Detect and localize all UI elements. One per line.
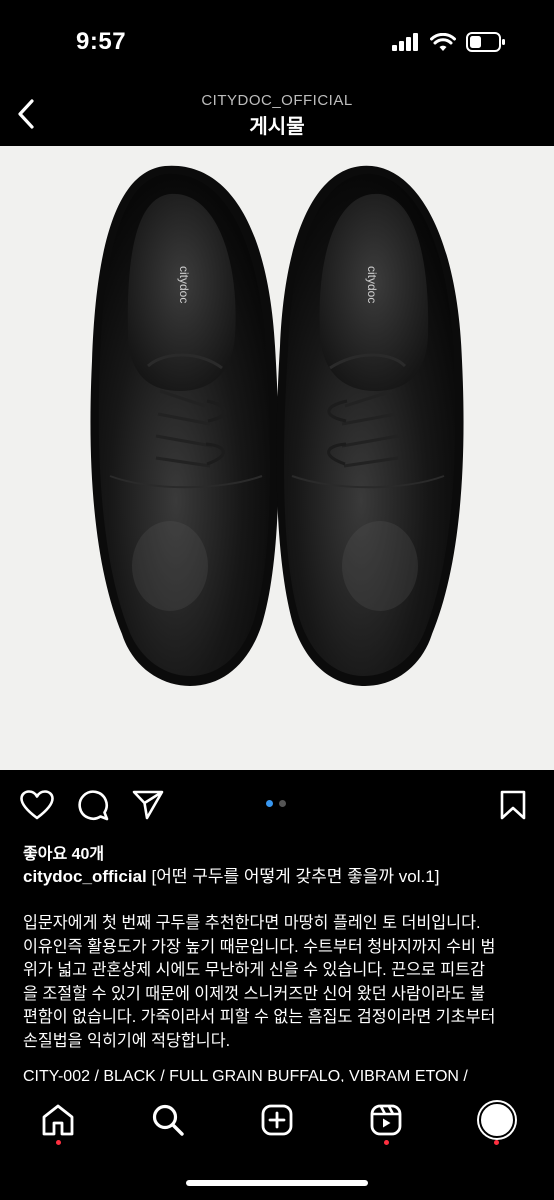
- tab-profile[interactable]: [475, 1098, 519, 1142]
- caption-username[interactable]: citydoc_official: [23, 867, 147, 886]
- action-bar: [0, 780, 554, 830]
- save-button[interactable]: [496, 788, 530, 822]
- caption-line: 편함이 없습니다. 가죽이라서 피할 수 없는 흠집도 검정이라면 기초부터: [23, 1008, 496, 1026]
- brand-mark-left: citydoc: [177, 266, 191, 303]
- send-icon: [132, 790, 164, 820]
- header-account-name[interactable]: CITYDOC_OFFICIAL: [0, 92, 554, 109]
- signal-icon: [392, 33, 418, 51]
- share-button[interactable]: [131, 788, 165, 822]
- carousel-dot-active: [266, 800, 273, 807]
- tab-search[interactable]: [146, 1098, 190, 1142]
- reels-notification-dot: [384, 1140, 389, 1145]
- bookmark-icon: [500, 790, 526, 820]
- tab-home[interactable]: [36, 1098, 80, 1142]
- shoes-photo: citydoc citydoc: [90, 165, 464, 687]
- home-notification-dot: [56, 1140, 61, 1145]
- status-bar: 9:57: [0, 0, 554, 84]
- profile-notification-dot: [494, 1140, 499, 1145]
- home-icon: [42, 1104, 74, 1136]
- battery-icon: [466, 32, 505, 52]
- caption-line: 입문자에게 첫 번째 구두를 추천한다면 마땅히 플레인 토 더비입니다.: [23, 914, 481, 932]
- nav-header: CITYDOC_OFFICIAL 게시물: [0, 84, 554, 146]
- reels-icon: [370, 1104, 402, 1136]
- comment-icon: [78, 790, 109, 821]
- caption-line: 손질법을 익히기에 적당합니다.: [23, 1031, 231, 1050]
- plus-square-icon: [261, 1104, 293, 1136]
- caption-line: 위가 넓고 관혼상제 시에도 무난하게 신을 수 있습니다. 끈으로 피트감: [23, 961, 485, 979]
- wifi-icon: [430, 32, 456, 51]
- page-title: 게시물: [249, 116, 305, 138]
- post-image[interactable]: citydoc citydoc: [0, 146, 554, 770]
- status-icons: [392, 32, 506, 52]
- right-shoe: citydoc: [276, 165, 464, 687]
- caption-line: 을 조절할 수 있기 때문에 이제껏 스니커즈만 신어 왔던 사람이라도 불: [23, 984, 485, 1003]
- heart-icon: [20, 790, 54, 820]
- like-button[interactable]: [20, 788, 54, 822]
- brand-mark-right: citydoc: [365, 266, 379, 303]
- caption-line: 이유인즉 활용도가 가장 높기 때문입니다. 수트부터 청바지까지 수비 범: [23, 937, 496, 956]
- left-shoe: citydoc: [90, 165, 279, 687]
- search-icon: [152, 1104, 184, 1136]
- avatar: [479, 1102, 515, 1138]
- caption-header: citydoc_official [어떤 구두를 어떻게 갖추면 좋을까 vol…: [23, 866, 543, 888]
- carousel-indicator: [266, 800, 286, 807]
- status-time: 9:57: [76, 28, 127, 55]
- tab-create[interactable]: [255, 1098, 299, 1142]
- likes-count[interactable]: 좋아요 40개: [23, 840, 104, 864]
- carousel-dot: [279, 800, 286, 807]
- home-indicator: [186, 1180, 368, 1186]
- tab-reels[interactable]: [364, 1098, 408, 1142]
- comment-button[interactable]: [76, 788, 110, 822]
- caption-title: [어떤 구두를 어떻게 갖추면 좋을까 vol.1]: [151, 867, 440, 886]
- caption-body: 입문자에게 첫 번째 구두를 추천한다면 마땅히 플레인 토 더비입니다. 이유…: [23, 912, 543, 1053]
